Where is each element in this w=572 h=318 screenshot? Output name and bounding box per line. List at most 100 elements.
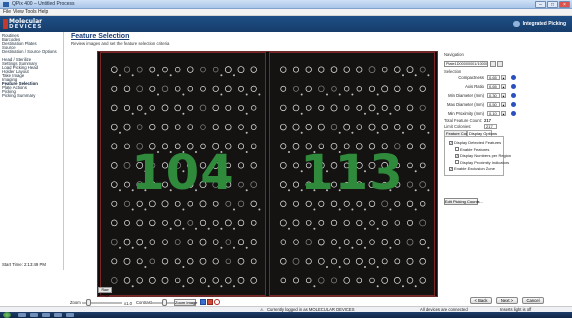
param-input[interactable]: 0.65: [487, 75, 500, 80]
colony-marker: [162, 220, 168, 226]
param-input[interactable]: 0.10: [487, 111, 500, 116]
record-icon[interactable]: [207, 299, 213, 305]
colony-dot: [195, 227, 197, 230]
colony-marker: [199, 238, 207, 246]
plate-select[interactable]: Plate1D00000001/1000000: [444, 61, 488, 67]
menu-view[interactable]: View: [13, 9, 24, 15]
colony-dot: [376, 266, 379, 268]
sidebar-item[interactable]: Picking Summary: [2, 93, 35, 98]
param-input[interactable]: 0.30: [487, 93, 500, 98]
taskbar-qpix-icon[interactable]: [54, 313, 62, 317]
spin-arrows-icon[interactable]: ▲: [501, 84, 506, 89]
contrast-slider-handle[interactable]: [162, 299, 167, 306]
stop-icon[interactable]: [214, 299, 220, 305]
workflow-sidebar: Routines Barcodes Destination Plates Source…: [0, 32, 64, 270]
param-info-icon[interactable]: [511, 93, 516, 98]
colony-dot: [313, 227, 316, 230]
display-option-checkbox[interactable]: Enable Features: [455, 147, 489, 152]
edit-picking-counts-button[interactable]: Edit Picking Counts...: [444, 198, 483, 205]
prev-plate-button[interactable]: [490, 61, 496, 67]
colony-dot: [258, 93, 261, 96]
colony-marker: [279, 219, 287, 227]
spin-arrows-icon[interactable]: ▲: [501, 111, 506, 116]
param-input[interactable]: 0.65: [487, 84, 500, 89]
checkbox-label: Display Detected Features: [454, 140, 502, 145]
zoom-image-button[interactable]: Zoom Image: [174, 299, 197, 306]
checkbox-icon[interactable]: ✓: [449, 166, 453, 171]
image-mode-tag[interactable]: Raw Image: [98, 287, 112, 297]
colony-marker: [344, 86, 350, 92]
colony-dot: [207, 285, 210, 288]
display-option-checkbox[interactable]: ✓Enable Exclusion Zone: [449, 166, 495, 171]
param-info-icon[interactable]: [511, 75, 516, 80]
display-option-checkbox[interactable]: Display Proximity Indicators: [455, 160, 509, 165]
colony-marker: [238, 85, 244, 92]
close-button[interactable]: ×: [559, 1, 570, 8]
colony-marker: [394, 239, 401, 246]
plate-right[interactable]: 113: [269, 52, 435, 296]
display-option-checkbox[interactable]: ✓Display Detected Features: [449, 140, 501, 145]
colony-marker: [123, 277, 131, 284]
plate-image-viewer[interactable]: 104 113: [97, 51, 438, 297]
start-button[interactable]: [3, 312, 11, 318]
colony-marker: [318, 85, 325, 93]
next-plate-button[interactable]: [497, 61, 503, 67]
maximize-button[interactable]: □: [547, 1, 558, 8]
menu-file[interactable]: File: [3, 9, 11, 15]
colony-marker: [250, 220, 257, 226]
limit-colonies-input[interactable]: 217: [484, 124, 497, 129]
colony-marker: [162, 239, 168, 245]
param-input[interactable]: 0.50: [487, 102, 500, 107]
taskbar-app-icon[interactable]: [30, 313, 38, 317]
menu-help[interactable]: Help: [38, 9, 48, 15]
colony-marker: [293, 277, 300, 284]
param-info-icon[interactable]: [511, 111, 516, 116]
colony-dot: [131, 285, 134, 288]
grid-view-icon[interactable]: [200, 299, 206, 305]
colony-marker: [162, 66, 168, 73]
taskbar-folder-icon[interactable]: [42, 313, 50, 317]
back-button[interactable]: < Back: [470, 297, 492, 304]
colony-marker: [394, 105, 401, 111]
colony-dot: [157, 93, 159, 96]
minimize-button[interactable]: –: [535, 1, 546, 8]
spin-arrows-icon[interactable]: ▲: [501, 75, 506, 80]
colony-marker: [394, 66, 401, 73]
colony-marker: [200, 86, 206, 92]
zoom-slider-handle[interactable]: [86, 299, 91, 306]
start-time: Start Time: 2:13:49 PM: [2, 262, 46, 267]
menu-tools[interactable]: Tools: [25, 9, 37, 15]
colony-dot: [233, 227, 235, 230]
param-info-icon[interactable]: [511, 102, 516, 107]
param-label: Min Diameter (mm): [448, 93, 484, 98]
colony-marker: [318, 104, 325, 111]
display-option-checkbox[interactable]: ✓Display Numbers per Region: [455, 153, 511, 158]
colony-marker: [305, 66, 312, 73]
colony-marker: [199, 200, 207, 208]
colony-marker: [187, 66, 194, 73]
colony-marker: [293, 85, 299, 92]
checkbox-icon[interactable]: ✓: [449, 140, 453, 145]
colony-dot: [326, 266, 328, 268]
colony-marker: [293, 239, 299, 245]
spin-arrows-icon[interactable]: ▲: [501, 102, 506, 107]
colony-marker: [293, 66, 299, 73]
taskbar-window-icon[interactable]: [66, 313, 74, 317]
colony-marker: [368, 123, 376, 131]
colony-marker: [149, 239, 156, 245]
next-button[interactable]: Next >: [496, 297, 518, 304]
taskbar-explorer-icon[interactable]: [18, 313, 26, 317]
picking-icon: [513, 21, 520, 27]
colony-marker: [187, 239, 194, 245]
spin-arrows-icon[interactable]: ▲: [501, 93, 506, 98]
colony-dot: [402, 131, 404, 134]
colony-marker: [123, 257, 131, 265]
checkbox-icon[interactable]: [455, 147, 459, 152]
cancel-button[interactable]: Cancel: [522, 297, 544, 304]
plate-left[interactable]: 104: [100, 52, 266, 296]
param-info-icon[interactable]: [511, 84, 516, 89]
checkbox-icon[interactable]: ✓: [455, 153, 459, 158]
colony-dot: [364, 112, 366, 115]
checkbox-icon[interactable]: [455, 160, 459, 165]
sidebar-item[interactable]: Destination / Source Options: [2, 49, 57, 54]
